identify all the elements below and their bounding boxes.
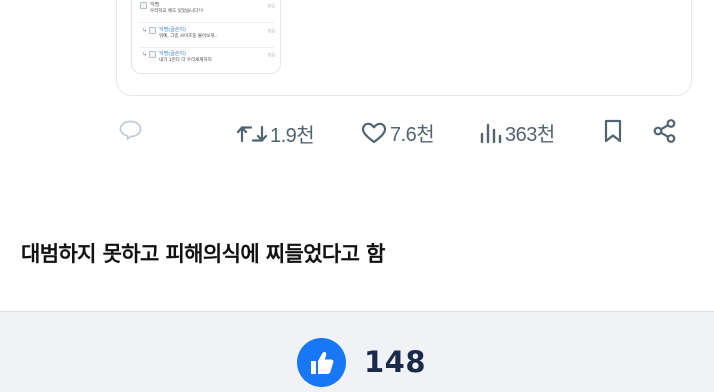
post-text: 대범하지 못하고 피해의식에 찌들었다고 함 xyxy=(21,242,385,266)
reply-item: ↳ 익명(글쓴이) 내가 1된다 더 우리세계하지 xyxy=(142,51,212,64)
comment-text: 내가 1된다 더 우리세계하지 xyxy=(159,58,212,63)
reply-item: ↳ 익명(글쓴이) 뭐예, 그중 사이즈중 불어보게.. xyxy=(142,27,217,40)
comment-author: 익명(글쓴이) xyxy=(159,51,186,57)
like-button[interactable]: 7.6천 xyxy=(360,118,435,147)
comment-author: 익명 xyxy=(150,2,160,8)
comment-text: 뭐예, 그중 사이즈중 불어보게.. xyxy=(159,34,218,39)
comment-author: 익명(글쓴이) xyxy=(159,27,186,33)
avatar xyxy=(149,51,157,58)
comment-item: 익명 우리학교 에도 있었습니다!!! xyxy=(140,2,204,15)
thumbs-up-icon xyxy=(310,351,333,374)
views-button[interactable]: 363천 xyxy=(479,118,555,147)
comment-text: 우리학교 에도 있었습니다!!! xyxy=(150,9,204,14)
recommend-button[interactable] xyxy=(297,338,346,387)
views-count: 363천 xyxy=(505,124,555,146)
recommend-panel xyxy=(0,312,714,392)
bookmark-icon xyxy=(604,119,622,143)
comment-time: 방금 xyxy=(267,52,275,57)
like-count: 7.6천 xyxy=(390,124,435,146)
divider xyxy=(140,22,274,23)
reply-arrow-icon: ↳ xyxy=(142,51,148,58)
reply-arrow-icon: ↳ xyxy=(142,27,148,34)
comment-time: 방금 xyxy=(267,3,275,8)
bar-chart-icon xyxy=(480,123,502,143)
retweet-count: 1.9천 xyxy=(270,125,315,147)
retweet-button[interactable]: 1.9천 xyxy=(236,119,315,148)
avatar xyxy=(149,27,157,34)
embedded-screenshot: 익명 우리학교 에도 있었습니다!!! 방금 ↳ 익명(글쓴이) 뭐예, 그중 … xyxy=(131,0,281,74)
retweet-icon xyxy=(236,125,268,142)
heart-icon xyxy=(361,122,387,143)
comment-time: 방금 xyxy=(267,28,275,33)
avatar xyxy=(140,2,147,9)
bookmark-button[interactable] xyxy=(602,118,624,144)
divider xyxy=(140,47,274,48)
share-icon xyxy=(653,119,676,143)
recommend-count: 148 xyxy=(364,345,427,379)
comment-icon xyxy=(119,120,142,140)
share-button[interactable] xyxy=(652,118,678,144)
reply-button[interactable] xyxy=(118,118,144,142)
